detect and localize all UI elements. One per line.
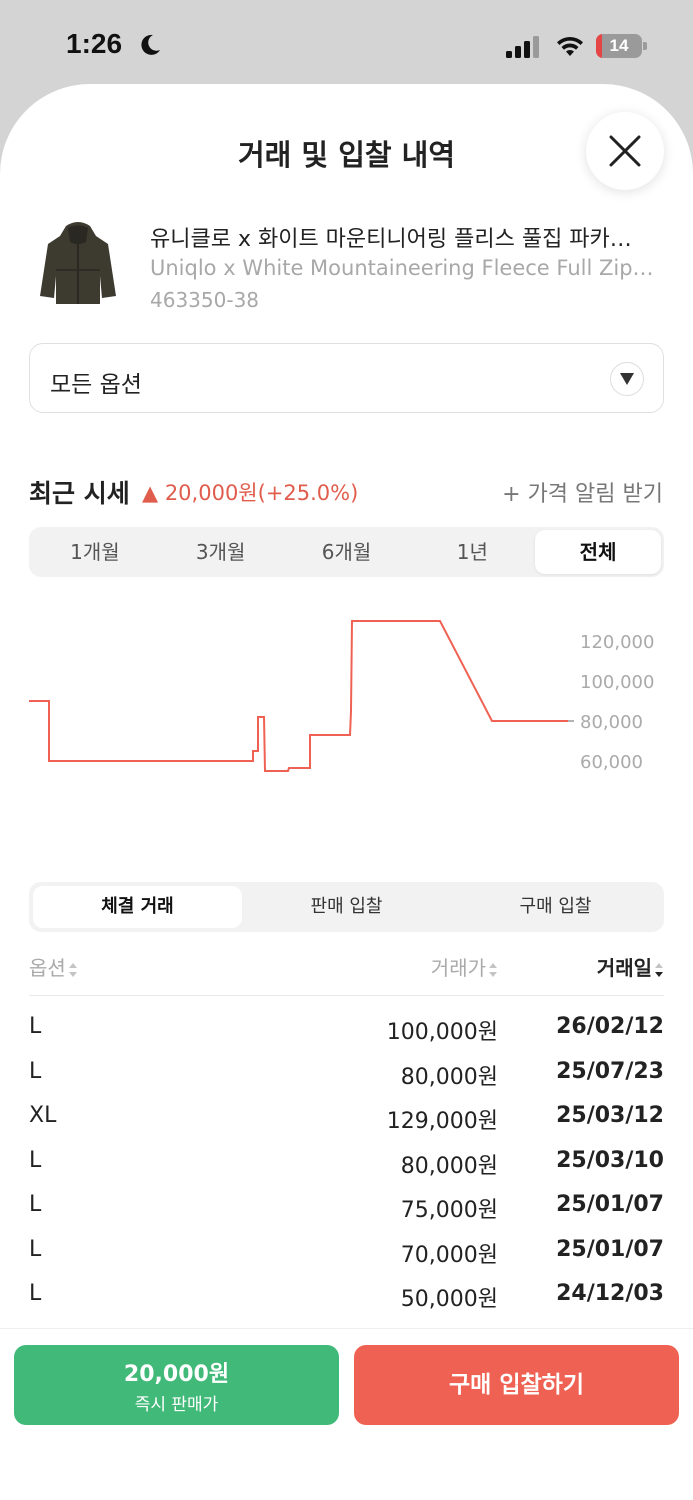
row-date: 25/01/07 [556,1236,664,1262]
wifi-icon [557,36,583,56]
recent-price-change: ▲ 20,000원(+25.0%) [142,481,359,505]
buy-bid-button[interactable]: 구매 입찰하기 [354,1345,679,1425]
sort-desc-icon [655,962,663,977]
column-header-date[interactable]: 거래일 [597,952,664,981]
sort-icon [68,962,77,977]
buy-bid-label: 구매 입찰하기 [449,1372,584,1398]
instant-sell-label: 즉시 판매가 [134,1395,219,1415]
close-icon [609,135,641,167]
battery-indicator: 14 [596,34,648,58]
y-tick-label: 60,000 [580,752,643,773]
row-option: L [29,1058,42,1084]
option-select-value: 모든 옵션 [50,372,142,398]
y-tick-label: 120,000 [580,632,654,653]
tab-sell-bids[interactable]: 판매 입찰 [242,886,451,928]
row-price: 50,000원 [400,1287,498,1312]
cellular-signal-icon [506,36,539,58]
row-option: L [29,1236,42,1262]
row-date: 24/12/03 [556,1281,664,1306]
row-price: 129,000원 [386,1109,498,1134]
column-header-price[interactable]: 거래가 [431,952,498,981]
table-header: 옵션 거래가 거래일 [29,946,664,996]
tab-1-month[interactable]: 1개월 [32,530,158,574]
status-bar: 1:26 14 [0,0,693,84]
table-row: L 50,000원 24/12/03 [29,1275,664,1320]
status-time: 1:26 [66,28,123,59]
moon-icon [141,34,160,55]
column-header-option[interactable]: 옵션 [29,952,78,981]
battery-level: 14 [609,36,629,55]
bottom-action-bar: 20,000원 즉시 판매가 구매 입찰하기 [0,1328,693,1500]
trade-tabs: 체결 거래 판매 입찰 구매 입찰 [29,882,664,932]
period-tabs: 1개월 3개월 6개월 1년 전체 [29,527,664,577]
close-button[interactable] [586,112,664,190]
triangle-down-icon [620,373,634,385]
y-tick-label: 100,000 [580,672,654,693]
table-row: L 75,000원 25/01/07 [29,1186,664,1231]
product-name-korean: 유니클로 x 화이트 마운티니어링 플리스 풀집 파카… [150,227,632,252]
option-select[interactable]: 모든 옵션 [29,343,664,413]
trade-list: L 100,000원 26/02/12 L 80,000원 25/07/23 X… [29,1008,664,1320]
column-header-date-label: 거래일 [596,956,652,980]
tab-all[interactable]: 전체 [535,530,661,574]
recent-price-title: 최근 시세 [29,479,130,508]
tab-3-months[interactable]: 3개월 [158,530,284,574]
row-price: 80,000원 [400,1153,498,1179]
instant-sell-price: 20,000원 [123,1362,230,1387]
table-row: L 80,000원 25/03/10 [29,1142,664,1187]
row-date: 26/02/12 [556,1014,664,1039]
trade-history-sheet: 거래 및 입찰 내역 유니클로 x 화이트 마운티니어링 플리스 풀집 파카… … [0,84,693,1500]
row-price: 75,000원 [400,1198,498,1223]
row-date: 25/03/10 [556,1147,664,1173]
column-header-price-label: 거래가 [430,956,486,980]
row-price: 70,000원 [400,1242,498,1268]
dropdown-arrow [610,362,644,396]
row-option: L [29,1014,42,1039]
row-price: 100,000원 [386,1020,498,1045]
row-date: 25/07/23 [556,1058,664,1084]
instant-sell-button[interactable]: 20,000원 즉시 판매가 [14,1345,339,1425]
jacket-thumbnail-image [40,222,116,304]
tab-1-year[interactable]: 1년 [409,530,535,574]
sort-icon [489,962,497,977]
row-price: 80,000원 [400,1064,498,1090]
price-alert-link[interactable]: + 가격 알림 받기 [502,476,663,508]
tab-buy-bids[interactable]: 구매 입찰 [451,886,660,928]
row-date: 25/01/07 [556,1192,664,1217]
tab-completed-trades[interactable]: 체결 거래 [33,886,242,928]
tab-6-months[interactable]: 6개월 [284,530,410,574]
row-option: XL [29,1103,57,1128]
row-option: L [29,1147,42,1173]
row-option: L [29,1281,42,1306]
row-option: L [29,1192,42,1217]
table-row: L 100,000원 26/02/12 [29,1008,664,1053]
row-date: 25/03/12 [556,1103,664,1128]
column-header-option-label: 옵션 [29,956,66,980]
table-row: L 80,000원 25/07/23 [29,1053,664,1098]
table-row: XL 129,000원 25/03/12 [29,1097,664,1142]
table-row: L 70,000원 25/01/07 [29,1231,664,1276]
price-series-line [29,620,568,772]
y-tick-label: 80,000 [580,712,643,733]
product-code: 463350-38 [150,288,260,312]
price-chart: 120,000 100,000 80,000 60,000 [29,620,654,773]
product-name-english: Uniqlo x White Mountaineering Fleece Ful… [150,256,654,280]
